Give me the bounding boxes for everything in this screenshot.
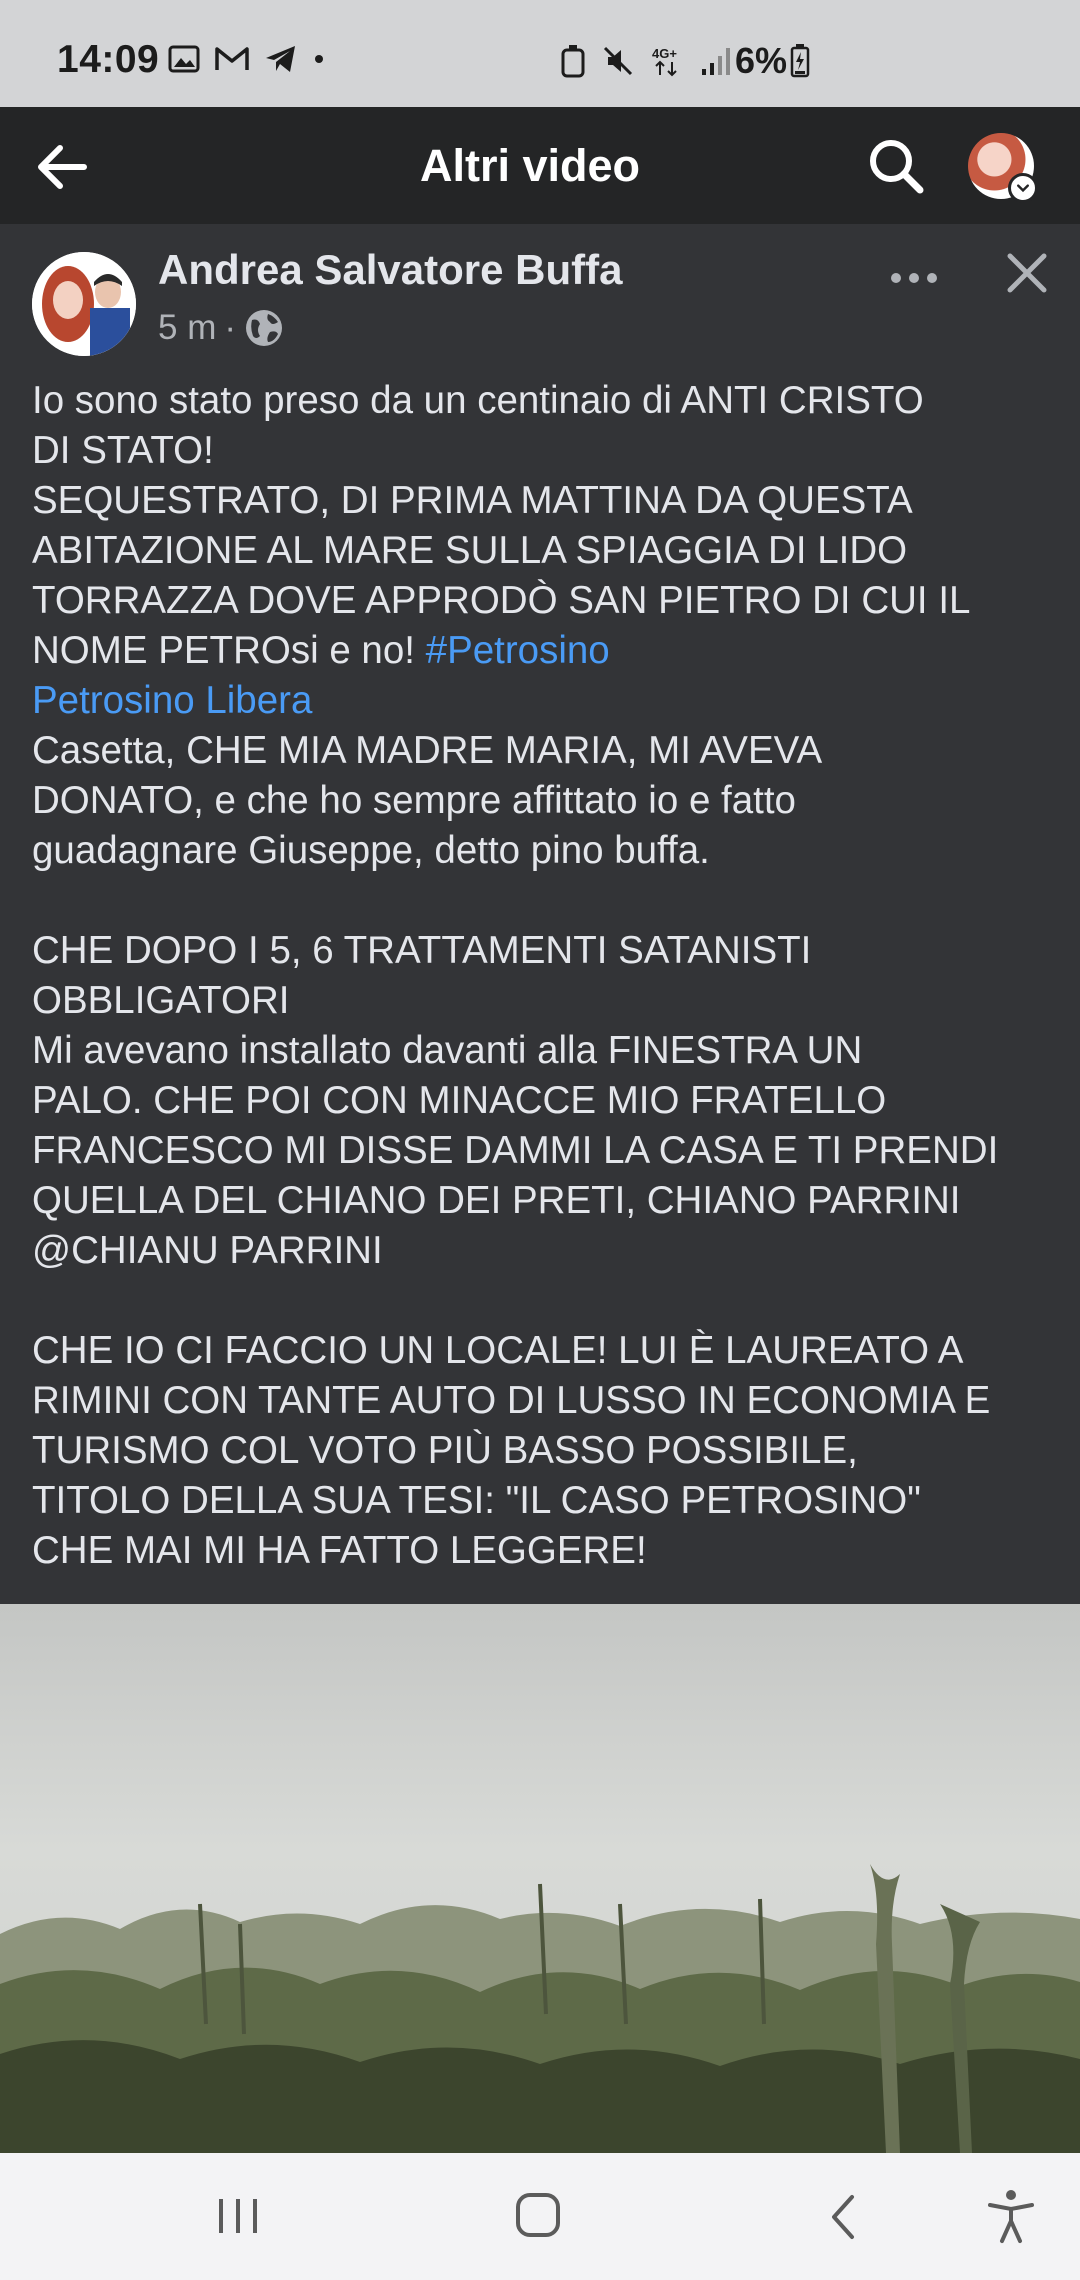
status-time: 14:09: [57, 38, 160, 81]
globe-icon: [246, 310, 283, 346]
close-icon[interactable]: [1002, 248, 1052, 298]
nav-back-icon[interactable]: [820, 2191, 868, 2243]
post-text-line: Petrosino Libera: [32, 676, 1062, 726]
post-text-line: CHE MAI MI HA FATTO LEGGERE!: [32, 1529, 647, 1572]
battery-level: 6%: [735, 40, 788, 81]
telegram-icon: [266, 46, 295, 72]
post-text: Io sono stato preso da un centinaio di A…: [32, 376, 1062, 1576]
avatar-image: [32, 252, 136, 356]
recent-apps-icon[interactable]: [205, 2195, 271, 2239]
notification-icons: [168, 44, 326, 74]
chevron-down-icon: [1008, 173, 1038, 203]
post-text-line: Mi avevano installato davanti alla FINES…: [32, 1029, 863, 1072]
post-text-line: @CHIANU PARRINI: [32, 1229, 383, 1272]
post-text-fragment: NOME PETROsi e no!: [32, 629, 426, 672]
meta-separator: ·: [224, 308, 237, 347]
post-text-line: TORRAZZA DOVE APPRODÒ SAN PIETRO DI CUI …: [32, 579, 971, 622]
paragraph-break: [32, 1276, 1062, 1326]
post-text-line: CHE IO CI FACCIO UN LOCALE! LUI È LAUREA…: [32, 1329, 964, 1372]
hashtag-link[interactable]: #Petrosino: [426, 629, 610, 672]
gallery-icon: [168, 45, 200, 73]
post-text-line: ABITAZIONE AL MARE SULLA SPIAGGIA DI LID…: [32, 529, 908, 572]
post-text-line: DI STATO!: [32, 429, 214, 472]
author-avatar[interactable]: [32, 252, 136, 356]
video-frame: [0, 1604, 1080, 2153]
4g-icon: 4G+: [652, 46, 677, 77]
accessibility-icon[interactable]: [980, 2185, 1042, 2247]
post-text-line: Io sono stato preso da un centinaio di A…: [32, 379, 924, 422]
mention-link[interactable]: Petrosino Libera: [32, 679, 312, 722]
alarm-icon: [561, 45, 585, 78]
profile-avatar[interactable]: [968, 133, 1038, 203]
home-icon[interactable]: [512, 2189, 568, 2245]
system-nav-bar: [0, 2153, 1080, 2280]
dot-icon: [315, 55, 323, 63]
search-icon[interactable]: [865, 135, 927, 197]
system-icons: 4G+: [560, 44, 732, 78]
post-text-line: PALO. CHE POI CON MINACCE MIO FRATELLO: [32, 1079, 887, 1122]
gmail-icon: [215, 47, 249, 70]
author-name[interactable]: Andrea Salvatore Buffa: [158, 246, 622, 294]
paragraph-break: [32, 876, 1062, 926]
battery-icon: [790, 44, 810, 78]
post-text-line: FRANCESCO MI DISSE DAMMI LA CASA E TI PR…: [32, 1129, 999, 1172]
svg-text:4G+: 4G+: [652, 46, 677, 61]
post-time[interactable]: 5 m: [158, 308, 216, 348]
post-meta: 5 m ·: [158, 308, 284, 348]
post-text-line: OBBLIGATORI: [32, 979, 290, 1022]
post-text-line: TURISMO COL VOTO PIÙ BASSO POSSIBILE,: [32, 1429, 858, 1472]
post-text-line: Casetta, CHE MIA MADRE MARIA, MI AVEVA: [32, 729, 823, 772]
app-bar: Altri video: [0, 107, 1080, 224]
post-text-line: RIMINI CON TANTE AUTO DI LUSSO IN ECONOM…: [32, 1379, 991, 1422]
post-text-line: QUELLA DEL CHIANO DEI PRETI, CHIANO PARR…: [32, 1179, 961, 1222]
post-text-line: CHE DOPO I 5, 6 TRATTAMENTI SATANISTI: [32, 929, 812, 972]
post-text-line: guadagnare Giuseppe, detto pino buffa.: [32, 829, 710, 872]
mute-icon: [603, 46, 633, 76]
status-bar: 14:09 4G+ 6%: [0, 0, 1080, 107]
more-options-icon[interactable]: [884, 258, 944, 298]
signal-icon: [702, 48, 730, 75]
post-text-line: DONATO, e che ho sempre affittato io e f…: [32, 779, 796, 822]
post-card: Andrea Salvatore Buffa 5 m · Io sono sta…: [0, 224, 1080, 1604]
post-text-line: TITOLO DELLA SUA TESI: "IL CASO PETROSIN…: [32, 1479, 921, 1522]
post-text-line: NOME PETROsi e no! #Petrosino: [32, 626, 1062, 676]
post-text-line: SEQUESTRATO, DI PRIMA MATTINA DA QUESTA: [32, 479, 913, 522]
video-player[interactable]: [0, 1604, 1080, 2153]
